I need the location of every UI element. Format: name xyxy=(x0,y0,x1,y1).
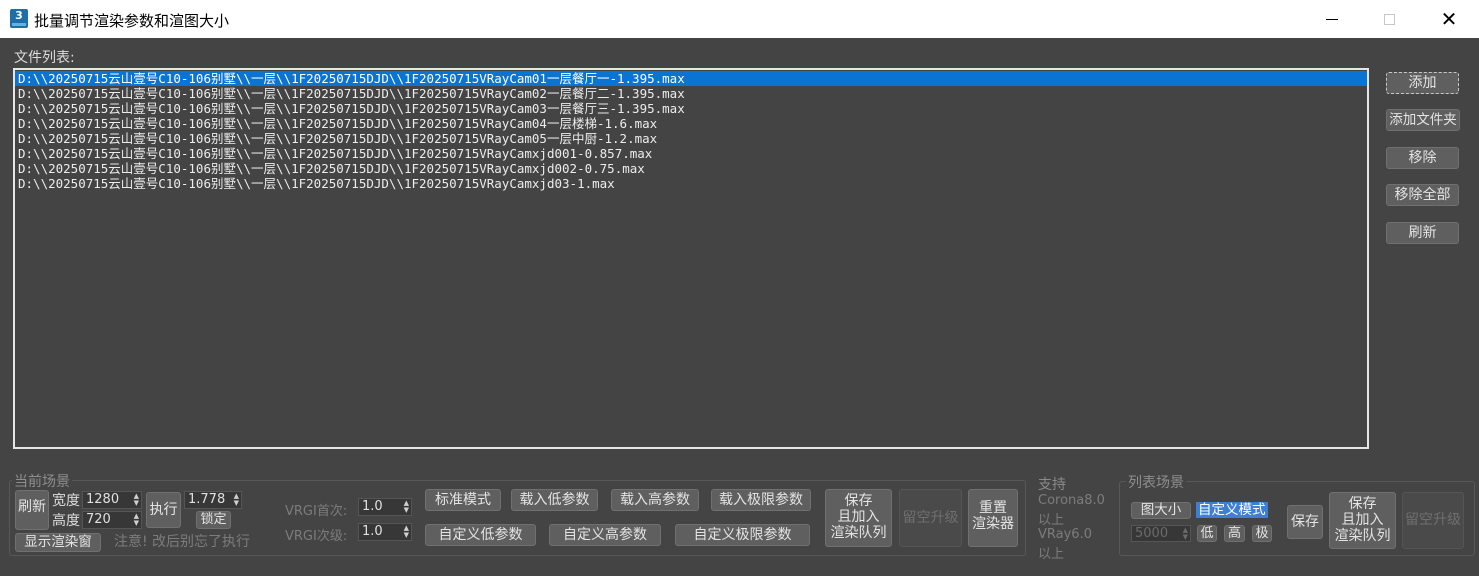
vrgi-secondary-value: 1.0 xyxy=(362,524,383,539)
execute-button[interactable]: 执行 xyxy=(146,492,181,528)
save-and-queue-button[interactable]: 保存 且加入 渲染队列 xyxy=(825,489,892,547)
width-value: 1280 xyxy=(86,492,120,507)
spinner-arrows-icon: ▲ ▼ xyxy=(133,512,139,527)
title-bar: 3 批量调节渲染参数和渲图大小 ✕ xyxy=(0,0,1479,38)
load-high-params-button[interactable]: 载入高参数 xyxy=(611,489,699,511)
show-render-window-button[interactable]: 显示渲染窗 xyxy=(15,533,101,552)
height-label: 高度 xyxy=(52,513,80,529)
limit-preset-button[interactable]: 极 xyxy=(1252,525,1272,542)
image-size-button[interactable]: 图大小 xyxy=(1131,502,1191,519)
maximize-icon xyxy=(1383,13,1395,25)
maximize-button[interactable] xyxy=(1366,6,1412,32)
current-scene-label: 当前场景 xyxy=(12,471,72,491)
reserve-upgrade-button: 留空升级 xyxy=(899,489,962,547)
remove-all-button[interactable]: 移除全部 xyxy=(1386,184,1459,206)
support-corona: Corona8.0 xyxy=(1038,493,1105,508)
list-save-button[interactable]: 保存 xyxy=(1287,505,1323,539)
list-save-and-queue-line: 且加入 xyxy=(1341,512,1384,528)
list-scene-label: 列表场景 xyxy=(1126,472,1186,492)
vrgi-primary-label: VRGI首次: xyxy=(285,504,348,519)
spinner-arrows-icon: ▲ ▼ xyxy=(233,492,239,507)
file-list-item[interactable]: D:\\20250715云山壹号C10-106别墅\\一层\\1F2025071… xyxy=(15,131,1367,146)
window-title: 批量调节渲染参数和渲图大小 xyxy=(34,12,230,30)
file-list-item[interactable]: D:\\20250715云山壹号C10-106别墅\\一层\\1F2025071… xyxy=(15,116,1367,131)
high-preset-button[interactable]: 高 xyxy=(1224,525,1245,542)
vrgi-primary-value: 1.0 xyxy=(362,499,383,514)
close-icon: ✕ xyxy=(1440,7,1458,31)
low-preset-button[interactable]: 低 xyxy=(1197,525,1217,542)
width-spinner[interactable]: 1280 ▲ ▼ xyxy=(82,491,142,509)
file-list-item[interactable]: D:\\20250715云山壹号C10-106别墅\\一层\\1F2025071… xyxy=(15,101,1367,116)
file-list-item[interactable]: D:\\20250715云山壹号C10-106别墅\\一层\\1F2025071… xyxy=(15,86,1367,101)
ratio-value: 1.778 xyxy=(188,492,226,507)
load-limit-params-button[interactable]: 载入极限参数 xyxy=(711,489,811,511)
list-save-and-queue-line: 渲染队列 xyxy=(1334,528,1391,544)
file-list-item[interactable]: D:\\20250715云山壹号C10-106别墅\\一层\\1F2025071… xyxy=(15,161,1367,176)
vrgi-secondary-spinner[interactable]: 1.0 ▲ ▼ xyxy=(358,523,412,541)
save-and-queue-line: 保存 xyxy=(844,493,873,509)
custom-mode-label: 自定义模式 xyxy=(1196,502,1268,518)
support-title: 支持 xyxy=(1038,477,1066,493)
vrgi-primary-spinner[interactable]: 1.0 ▲ ▼ xyxy=(358,498,412,516)
height-spinner[interactable]: 720 ▲ ▼ xyxy=(82,511,142,529)
remove-button[interactable]: 移除 xyxy=(1386,147,1459,169)
file-list-item[interactable]: D:\\20250715云山壹号C10-106别墅\\一层\\1F2025071… xyxy=(15,146,1367,161)
spinner-arrows-icon: ▲ ▼ xyxy=(133,492,139,507)
list-save-and-queue-button[interactable]: 保存 且加入 渲染队列 xyxy=(1329,492,1396,549)
height-value: 720 xyxy=(86,512,111,527)
support-vray: VRay6.0 xyxy=(1038,527,1092,542)
list-size-spinner: 5000 ▲ ▼ xyxy=(1131,525,1191,542)
close-button[interactable]: ✕ xyxy=(1426,6,1472,32)
spinner-arrows-icon: ▲ ▼ xyxy=(403,499,409,514)
add-folder-button[interactable]: 添加文件夹 xyxy=(1386,109,1460,131)
lock-button[interactable]: 锁定 xyxy=(196,511,231,529)
file-list-label: 文件列表: xyxy=(14,50,75,66)
list-size-value: 5000 xyxy=(1135,526,1169,541)
notice-text: 注意! 改后别忘了执行 xyxy=(114,534,251,550)
load-low-params-button[interactable]: 载入低参数 xyxy=(511,489,598,511)
add-button[interactable]: 添加 xyxy=(1386,72,1459,94)
standard-mode-button[interactable]: 标准模式 xyxy=(425,489,501,511)
reset-renderer-button[interactable]: 重置 渲染器 xyxy=(968,489,1018,547)
ratio-spinner[interactable]: 1.778 ▲ ▼ xyxy=(184,491,242,509)
spinner-arrows-icon: ▲ ▼ xyxy=(403,524,409,539)
file-list-item[interactable]: D:\\20250715云山壹号C10-106别墅\\一层\\1F2025071… xyxy=(15,176,1367,191)
save-and-queue-line: 且加入 xyxy=(837,509,880,525)
support-corona-above: 以上 xyxy=(1038,513,1065,528)
save-and-queue-line: 渲染队列 xyxy=(830,525,887,541)
list-reserve-upgrade-button: 留空升级 xyxy=(1402,492,1464,549)
reset-renderer-line: 渲染器 xyxy=(972,516,1014,532)
width-label: 宽度 xyxy=(52,493,80,509)
list-save-and-queue-line: 保存 xyxy=(1348,496,1377,512)
custom-high-params-button[interactable]: 自定义高参数 xyxy=(549,524,661,546)
spinner-arrows-icon: ▲ ▼ xyxy=(1182,526,1188,541)
reset-renderer-line: 重置 xyxy=(979,500,1007,516)
custom-limit-params-button[interactable]: 自定义极限参数 xyxy=(675,524,810,546)
vrgi-secondary-label: VRGI次级: xyxy=(285,529,348,544)
refresh-list-button[interactable]: 刷新 xyxy=(1386,222,1459,244)
file-list-item[interactable]: D:\\20250715云山壹号C10-106别墅\\一层\\1F2025071… xyxy=(15,71,1367,86)
scene-refresh-button[interactable]: 刷新 xyxy=(15,490,49,530)
custom-mode-radio[interactable]: 自定义模式 xyxy=(1196,502,1268,518)
app-icon: 3 xyxy=(10,9,28,28)
minimize-icon xyxy=(1326,18,1338,20)
minimize-button[interactable] xyxy=(1309,6,1355,32)
custom-low-params-button[interactable]: 自定义低参数 xyxy=(425,524,536,546)
support-vray-above: 以上 xyxy=(1038,547,1065,562)
file-listbox[interactable]: D:\\20250715云山壹号C10-106别墅\\一层\\1F2025071… xyxy=(13,68,1369,449)
